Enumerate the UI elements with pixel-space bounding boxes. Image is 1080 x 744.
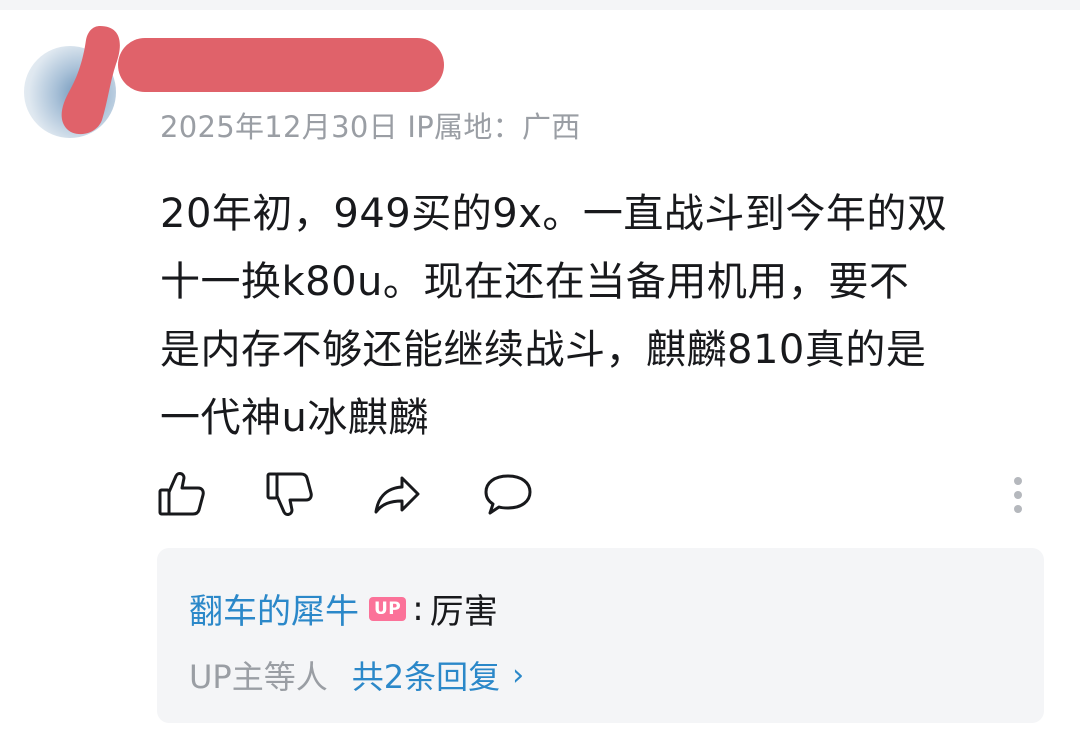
comment-text: 20年初，949买的9x。一直战斗到今年的双 十一换k80u。现在还在当备用机用…	[160, 180, 1050, 452]
view-replies-label: 共2条回复	[351, 658, 501, 696]
up-badge: UP	[369, 596, 407, 621]
reply-author[interactable]: 翻车的犀牛	[189, 584, 359, 633]
reply-preview[interactable]: 翻车的犀牛 UP : 厉害 UP主等人 共2条回复 ›	[157, 548, 1044, 723]
comment-card: 2025年12月30日 IP属地：广西 20年初，949买的9x。一直战斗到今年…	[0, 0, 1080, 744]
comment-line: 十一换k80u。现在还在当备用机用，要不	[160, 259, 910, 305]
top-divider	[0, 0, 1080, 10]
comment-meta: 2025年12月30日 IP属地：广西	[160, 110, 581, 144]
reply-item[interactable]: 翻车的犀牛 UP : 厉害	[189, 584, 498, 633]
reply-summary: UP主等人 共2条回复 ›	[189, 652, 524, 698]
view-replies-link[interactable]: 共2条回复 ›	[352, 652, 524, 698]
thumbs-up-icon[interactable]	[156, 468, 208, 520]
comment-line: 是内存不够还能继续战斗，麒麟810真的是	[160, 327, 927, 373]
reply-text: 厉害	[429, 592, 498, 632]
comment-icon[interactable]	[482, 468, 534, 520]
more-vertical-icon[interactable]	[998, 468, 1038, 520]
redaction-mark-username	[118, 38, 444, 92]
thumbs-down-icon[interactable]	[264, 468, 316, 520]
reply-participants: UP主等人	[189, 658, 328, 696]
reply-colon: :	[412, 588, 424, 629]
action-bar	[156, 468, 1036, 524]
comment-line: 20年初，949买的9x。一直战斗到今年的双	[160, 191, 948, 237]
comment-line: 一代神u冰麒麟	[160, 395, 429, 441]
share-icon[interactable]	[372, 468, 424, 520]
chevron-right-icon: ›	[512, 657, 525, 693]
